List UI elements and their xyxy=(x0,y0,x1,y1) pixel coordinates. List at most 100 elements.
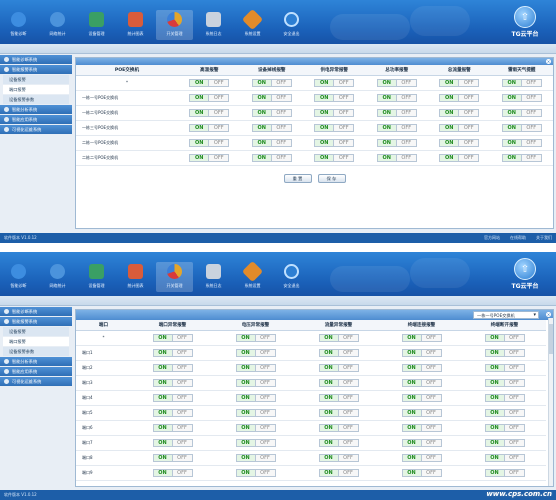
sidebar-section-visual-ops[interactable]: 可视化运维系统 xyxy=(0,377,72,386)
toggle-on-option[interactable]: ON xyxy=(440,79,460,86)
switch-select[interactable]: 一栋一号POE交换机 ▾ xyxy=(473,311,539,319)
toggle-off-option[interactable]: OFF xyxy=(271,154,291,161)
toggle-off-option[interactable]: OFF xyxy=(172,454,192,461)
on-off-toggle[interactable]: ON OFF xyxy=(401,468,442,477)
toggle-on-option[interactable]: ON xyxy=(402,409,422,416)
on-off-toggle[interactable]: ON OFF xyxy=(235,348,276,357)
toggle-on-option[interactable]: ON xyxy=(153,364,173,371)
toggle-off-option[interactable]: OFF xyxy=(421,424,441,431)
on-off-toggle[interactable]: ON OFF xyxy=(235,438,276,447)
on-off-toggle[interactable]: ON OFF xyxy=(235,408,276,417)
toggle-off-option[interactable]: OFF xyxy=(209,109,229,116)
toggle-on-option[interactable]: ON xyxy=(502,139,522,146)
toggle-off-option[interactable]: OFF xyxy=(271,139,291,146)
toggle-on-option[interactable]: ON xyxy=(153,379,173,386)
toggle-on-option[interactable]: ON xyxy=(377,109,397,116)
toggle-off-option[interactable]: OFF xyxy=(255,334,275,341)
toggle-on-option[interactable]: ON xyxy=(402,424,422,431)
toggle-off-option[interactable]: OFF xyxy=(209,124,229,131)
on-off-toggle[interactable]: ON OFF xyxy=(484,468,525,477)
on-off-toggle[interactable]: ON OFF xyxy=(189,153,230,162)
toggle-on-option[interactable]: ON xyxy=(190,94,210,101)
toggle-off-option[interactable]: OFF xyxy=(338,349,358,356)
toggle-off-option[interactable]: OFF xyxy=(338,439,358,446)
toggle-off-option[interactable]: OFF xyxy=(172,394,192,401)
on-off-toggle[interactable]: ON OFF xyxy=(251,108,292,117)
on-off-toggle[interactable]: ON OFF xyxy=(314,93,355,102)
toggle-on-option[interactable]: ON xyxy=(402,469,422,476)
on-off-toggle[interactable]: ON OFF xyxy=(235,468,276,477)
on-off-toggle[interactable]: ON OFF xyxy=(376,108,417,117)
toggle-off-option[interactable]: OFF xyxy=(172,364,192,371)
toggle-on-option[interactable]: ON xyxy=(402,439,422,446)
toggle-on-option[interactable]: ON xyxy=(236,424,256,431)
toggle-off-option[interactable]: OFF xyxy=(338,454,358,461)
toggle-on-option[interactable]: ON xyxy=(236,409,256,416)
toggle-off-option[interactable]: OFF xyxy=(334,94,354,101)
toggle-off-option[interactable]: OFF xyxy=(459,94,479,101)
on-off-toggle[interactable]: ON OFF xyxy=(318,423,359,432)
close-icon[interactable]: × xyxy=(546,312,551,317)
toggle-on-option[interactable]: ON xyxy=(485,349,505,356)
save-button[interactable]: 保 存 xyxy=(317,173,346,183)
toggle-on-option[interactable]: ON xyxy=(485,334,505,341)
on-off-toggle[interactable]: ON OFF xyxy=(439,108,480,117)
toggle-off-option[interactable]: OFF xyxy=(209,154,229,161)
toggle-off-option[interactable]: OFF xyxy=(255,349,275,356)
toggle-off-option[interactable]: OFF xyxy=(396,154,416,161)
nav-item-network-stats[interactable]: 网络统计 xyxy=(39,10,76,40)
toggle-off-option[interactable]: OFF xyxy=(521,79,541,86)
toggle-off-option[interactable]: OFF xyxy=(172,469,192,476)
toggle-off-option[interactable]: OFF xyxy=(421,379,441,386)
on-off-toggle[interactable]: ON OFF xyxy=(501,153,542,162)
on-off-toggle[interactable]: ON OFF xyxy=(318,453,359,462)
toggle-off-option[interactable]: OFF xyxy=(459,124,479,131)
toggle-off-option[interactable]: OFF xyxy=(338,409,358,416)
toggle-off-option[interactable]: OFF xyxy=(459,154,479,161)
on-off-toggle[interactable]: ON OFF xyxy=(401,348,442,357)
on-off-toggle[interactable]: ON OFF xyxy=(314,153,355,162)
toggle-off-option[interactable]: OFF xyxy=(421,439,441,446)
toggle-off-option[interactable]: OFF xyxy=(255,439,275,446)
on-off-toggle[interactable]: ON OFF xyxy=(152,348,193,357)
on-off-toggle[interactable]: ON OFF xyxy=(401,378,442,387)
toggle-off-option[interactable]: OFF xyxy=(255,394,275,401)
toggle-off-option[interactable]: OFF xyxy=(421,469,441,476)
toggle-on-option[interactable]: ON xyxy=(190,139,210,146)
toggle-off-option[interactable]: OFF xyxy=(396,79,416,86)
toggle-on-option[interactable]: ON xyxy=(315,94,335,101)
toggle-off-option[interactable]: OFF xyxy=(504,379,524,386)
toggle-on-option[interactable]: ON xyxy=(153,454,173,461)
sidebar-section-analysis[interactable]: 智能分析系统 xyxy=(0,357,72,366)
on-off-toggle[interactable]: ON OFF xyxy=(401,408,442,417)
on-off-toggle[interactable]: ON OFF xyxy=(484,408,525,417)
toggle-off-option[interactable]: OFF xyxy=(255,454,275,461)
toggle-on-option[interactable]: ON xyxy=(402,454,422,461)
sidebar-item-port-alarm[interactable]: 端口报警 xyxy=(3,337,69,346)
toggle-off-option[interactable]: OFF xyxy=(521,94,541,101)
toggle-on-option[interactable]: ON xyxy=(190,79,210,86)
toggle-off-option[interactable]: OFF xyxy=(255,409,275,416)
toggle-on-option[interactable]: ON xyxy=(236,349,256,356)
nav-item-diagnosis[interactable]: 智能诊断 xyxy=(0,262,37,292)
on-off-toggle[interactable]: ON OFF xyxy=(401,393,442,402)
nav-item-switch-mgmt[interactable]: 开关管理 xyxy=(156,262,193,292)
on-off-toggle[interactable]: ON OFF xyxy=(235,363,276,372)
toggle-off-option[interactable]: OFF xyxy=(209,79,229,86)
toggle-off-option[interactable]: OFF xyxy=(255,379,275,386)
nav-item-switch-mgmt[interactable]: 开关管理 xyxy=(156,10,193,40)
toggle-on-option[interactable]: ON xyxy=(236,379,256,386)
nav-item-exit[interactable]: 安全退出 xyxy=(273,10,310,40)
on-off-toggle[interactable]: ON OFF xyxy=(401,363,442,372)
sidebar-item-device-alarm[interactable]: 设备报警 xyxy=(3,327,69,336)
toggle-off-option[interactable]: OFF xyxy=(271,109,291,116)
on-off-toggle[interactable]: ON OFF xyxy=(501,138,542,147)
toggle-on-option[interactable]: ON xyxy=(315,109,335,116)
toggle-on-option[interactable]: ON xyxy=(236,394,256,401)
toggle-on-option[interactable]: ON xyxy=(153,439,173,446)
toggle-on-option[interactable]: ON xyxy=(319,349,339,356)
on-off-toggle[interactable]: ON OFF xyxy=(484,363,525,372)
toggle-off-option[interactable]: OFF xyxy=(334,109,354,116)
sidebar-section-application[interactable]: 智能应用系统 xyxy=(0,115,72,124)
toggle-off-option[interactable]: OFF xyxy=(504,469,524,476)
